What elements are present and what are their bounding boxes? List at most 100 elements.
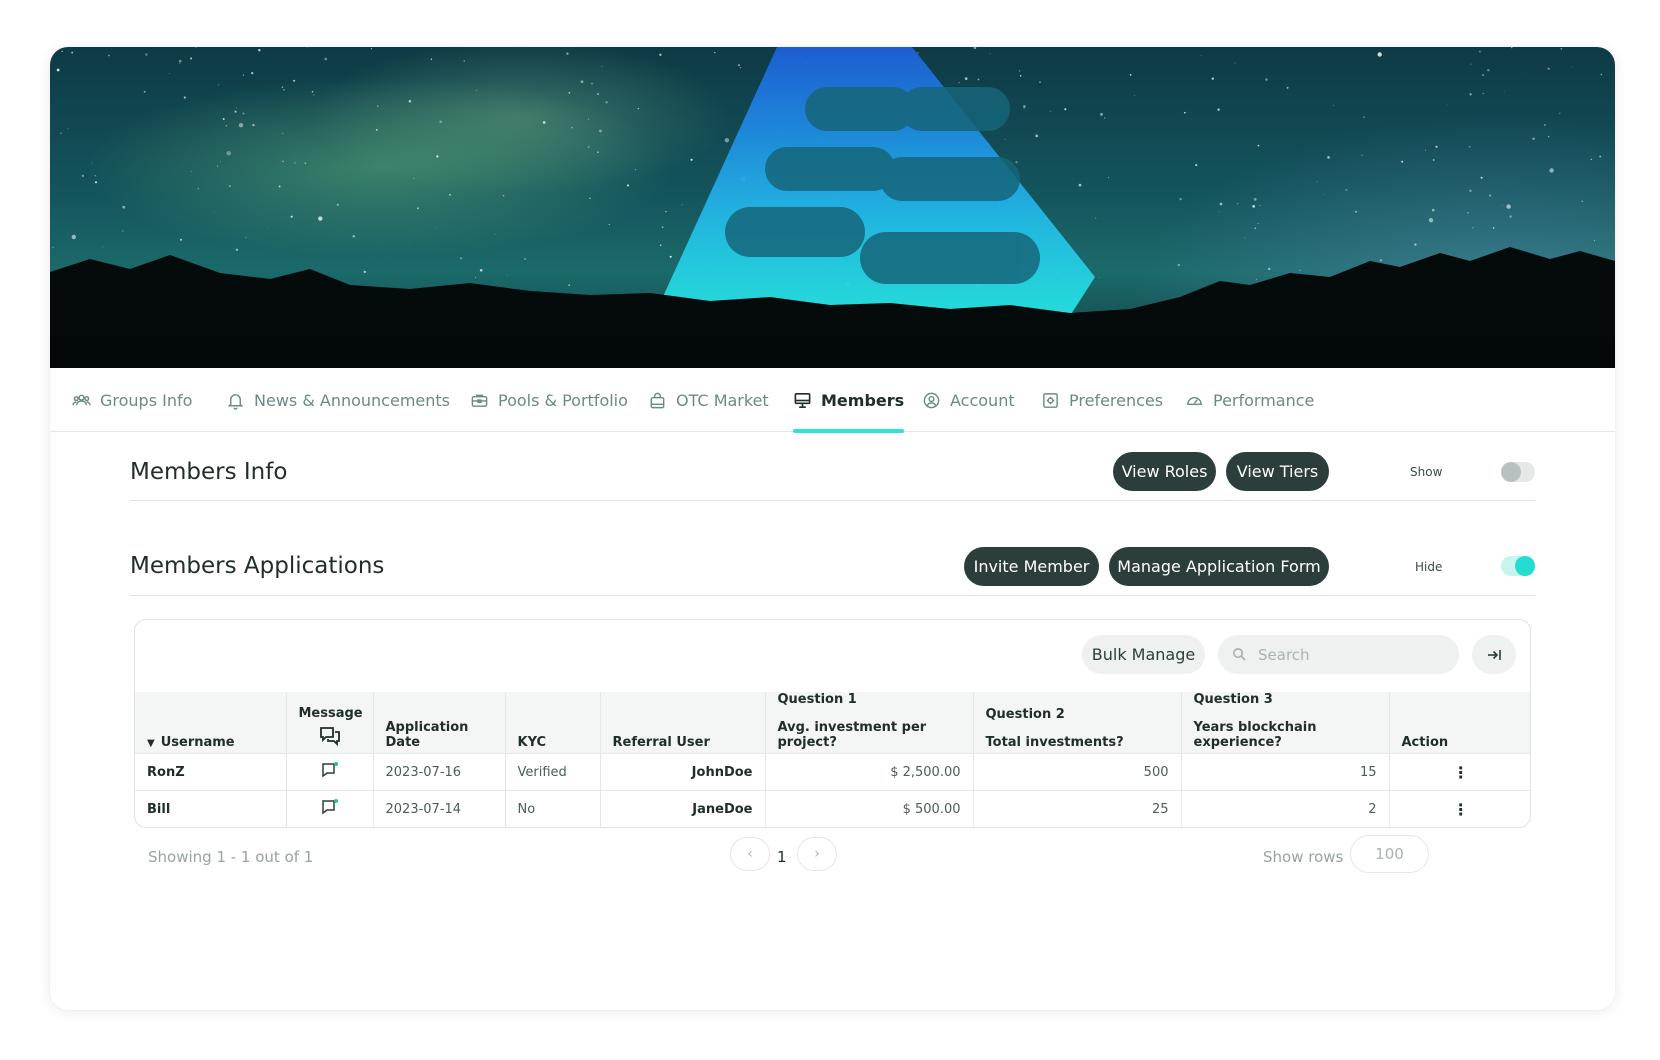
tab-pools-portfolio[interactable]: Pools & Portfolio xyxy=(470,368,628,432)
applications-visibility-toggle[interactable] xyxy=(1501,556,1535,576)
tab-label: Account xyxy=(950,390,1015,410)
search-icon xyxy=(1233,648,1246,661)
cell-question-2: 25 xyxy=(973,790,1182,827)
search-input[interactable] xyxy=(1258,645,1438,664)
cell-application-date: 2023-07-14 xyxy=(373,790,506,827)
tab-label: Preferences xyxy=(1069,390,1164,410)
cell-question-1: $ 2,500.00 xyxy=(765,753,974,791)
cell-kyc: No xyxy=(505,790,601,827)
chevron-left-icon: ‹ xyxy=(747,846,753,862)
cell-application-date: 2023-07-16 xyxy=(373,753,506,791)
question-title: Question 3 xyxy=(1193,692,1273,707)
question-text: Avg. investment per project? xyxy=(777,720,927,750)
manage-application-form-button[interactable]: Manage Application Form xyxy=(1109,547,1329,586)
applications-table-panel: Bulk Manage ▼ Username Message Applicatio… xyxy=(134,619,1531,828)
cell-action: ⋮ xyxy=(1389,790,1530,827)
cell-question-3: 2 xyxy=(1181,790,1390,827)
view-tiers-button[interactable]: View Tiers xyxy=(1226,452,1329,491)
column-question-1: Question 1 Avg. investment per project? xyxy=(765,692,974,754)
question-title: Question 1 xyxy=(777,692,857,707)
cell-kyc: Verified xyxy=(505,753,601,791)
show-rows-label: Show rows xyxy=(1263,848,1344,866)
cell-username[interactable]: Bill xyxy=(135,790,287,827)
applications-toggle-label: Hide xyxy=(1415,560,1443,574)
chat-bubbles-icon xyxy=(319,727,340,747)
invite-member-button[interactable]: Invite Member xyxy=(964,547,1099,586)
tab-otc-market[interactable]: OTC Market xyxy=(648,368,769,432)
column-action: Action xyxy=(1389,692,1530,754)
cell-question-3: 15 xyxy=(1181,753,1390,791)
group-tabs: Groups Info News & Announcements Pools &… xyxy=(50,368,1615,433)
monitor-icon xyxy=(794,392,811,408)
members-applications-divider xyxy=(130,595,1535,596)
export-button[interactable] xyxy=(1472,635,1516,674)
column-referral-user: Referral User xyxy=(600,692,766,754)
page-number[interactable]: 1 xyxy=(777,848,787,866)
tab-label: Performance xyxy=(1213,390,1315,410)
briefcase-icon xyxy=(471,394,488,407)
tab-groups-info[interactable]: Groups Info xyxy=(72,368,192,432)
rows-per-page-select[interactable]: 100 xyxy=(1350,835,1429,873)
members-info-title: Members Info xyxy=(130,459,288,485)
tab-account[interactable]: Account xyxy=(922,368,1015,432)
cell-referral-user[interactable]: JaneDoe xyxy=(600,790,766,827)
group-banner-image xyxy=(50,47,1615,368)
people-icon xyxy=(72,394,91,405)
table-header-row: ▼ Username Message Application Date KYC R… xyxy=(135,692,1530,754)
column-message: Message xyxy=(286,692,374,754)
kebab-menu-icon[interactable]: ⋮ xyxy=(1453,763,1469,782)
column-application-date: Application Date xyxy=(373,692,506,754)
cell-username[interactable]: RonZ xyxy=(135,753,287,791)
toggle-knob xyxy=(1515,556,1535,576)
column-label: Message xyxy=(298,706,363,721)
cell-question-2: 500 xyxy=(973,753,1182,791)
tab-label: OTC Market xyxy=(676,390,769,410)
question-text: Total investments? xyxy=(985,735,1124,750)
user-circle-icon xyxy=(923,392,940,408)
tab-label: Pools & Portfolio xyxy=(498,390,628,410)
gauge-icon xyxy=(1187,396,1202,405)
tab-members[interactable]: Members xyxy=(793,368,905,433)
message-icon[interactable] xyxy=(321,798,339,816)
toggle-knob xyxy=(1501,462,1521,482)
applications-table: ▼ Username Message Application Date KYC R… xyxy=(135,692,1530,827)
column-username[interactable]: ▼ Username xyxy=(135,692,287,754)
question-title: Question 2 xyxy=(985,707,1065,722)
cell-referral-user[interactable]: JohnDoe xyxy=(600,753,766,791)
sort-down-icon[interactable]: ▼ xyxy=(147,738,155,749)
chevron-right-icon: › xyxy=(814,846,820,862)
export-arrow-icon xyxy=(1488,649,1501,660)
kebab-menu-icon[interactable]: ⋮ xyxy=(1453,800,1469,819)
column-label: Username xyxy=(160,735,235,750)
members-info-divider xyxy=(130,500,1535,501)
tab-label: Members xyxy=(821,390,905,410)
search-box xyxy=(1218,635,1459,674)
next-page-button[interactable]: › xyxy=(797,837,837,871)
tab-label: Groups Info xyxy=(100,390,193,410)
cell-message xyxy=(286,753,374,791)
tab-label: News & Announcements xyxy=(254,390,450,410)
view-roles-button[interactable]: View Roles xyxy=(1113,452,1216,491)
table-row[interactable]: Bill 2023-07-14 No JaneDoe $ 500.00 25 2… xyxy=(135,790,1530,827)
pagination-summary: Showing 1 - 1 out of 1 xyxy=(148,848,314,866)
prev-page-button[interactable]: ‹ xyxy=(730,837,770,871)
settings-square-icon xyxy=(1043,392,1058,408)
column-question-2: Question 2 Total investments? xyxy=(973,692,1182,754)
group-page-card: Groups Info News & Announcements Pools &… xyxy=(50,47,1615,1010)
column-kyc: KYC xyxy=(505,692,601,754)
members-info-visibility-toggle[interactable] xyxy=(1501,462,1535,482)
tab-preferences[interactable]: Preferences xyxy=(1041,368,1163,432)
members-info-toggle-label: Show xyxy=(1410,465,1443,479)
message-icon[interactable] xyxy=(321,761,339,779)
tab-performance[interactable]: Performance xyxy=(1185,368,1314,432)
cell-question-1: $ 500.00 xyxy=(765,790,974,827)
members-applications-title: Members Applications xyxy=(130,553,385,579)
tab-news-announcements[interactable]: News & Announcements xyxy=(226,368,450,432)
cell-message xyxy=(286,790,374,827)
table-row[interactable]: RonZ 2023-07-16 Verified JohnDoe $ 2,500… xyxy=(135,753,1530,791)
bulk-manage-button[interactable]: Bulk Manage xyxy=(1082,635,1205,674)
cell-action: ⋮ xyxy=(1389,753,1530,791)
shopping-bag-icon xyxy=(650,392,665,408)
question-text: Years blockchain experience? xyxy=(1193,720,1317,750)
column-question-3: Question 3 Years blockchain experience? xyxy=(1181,692,1390,754)
